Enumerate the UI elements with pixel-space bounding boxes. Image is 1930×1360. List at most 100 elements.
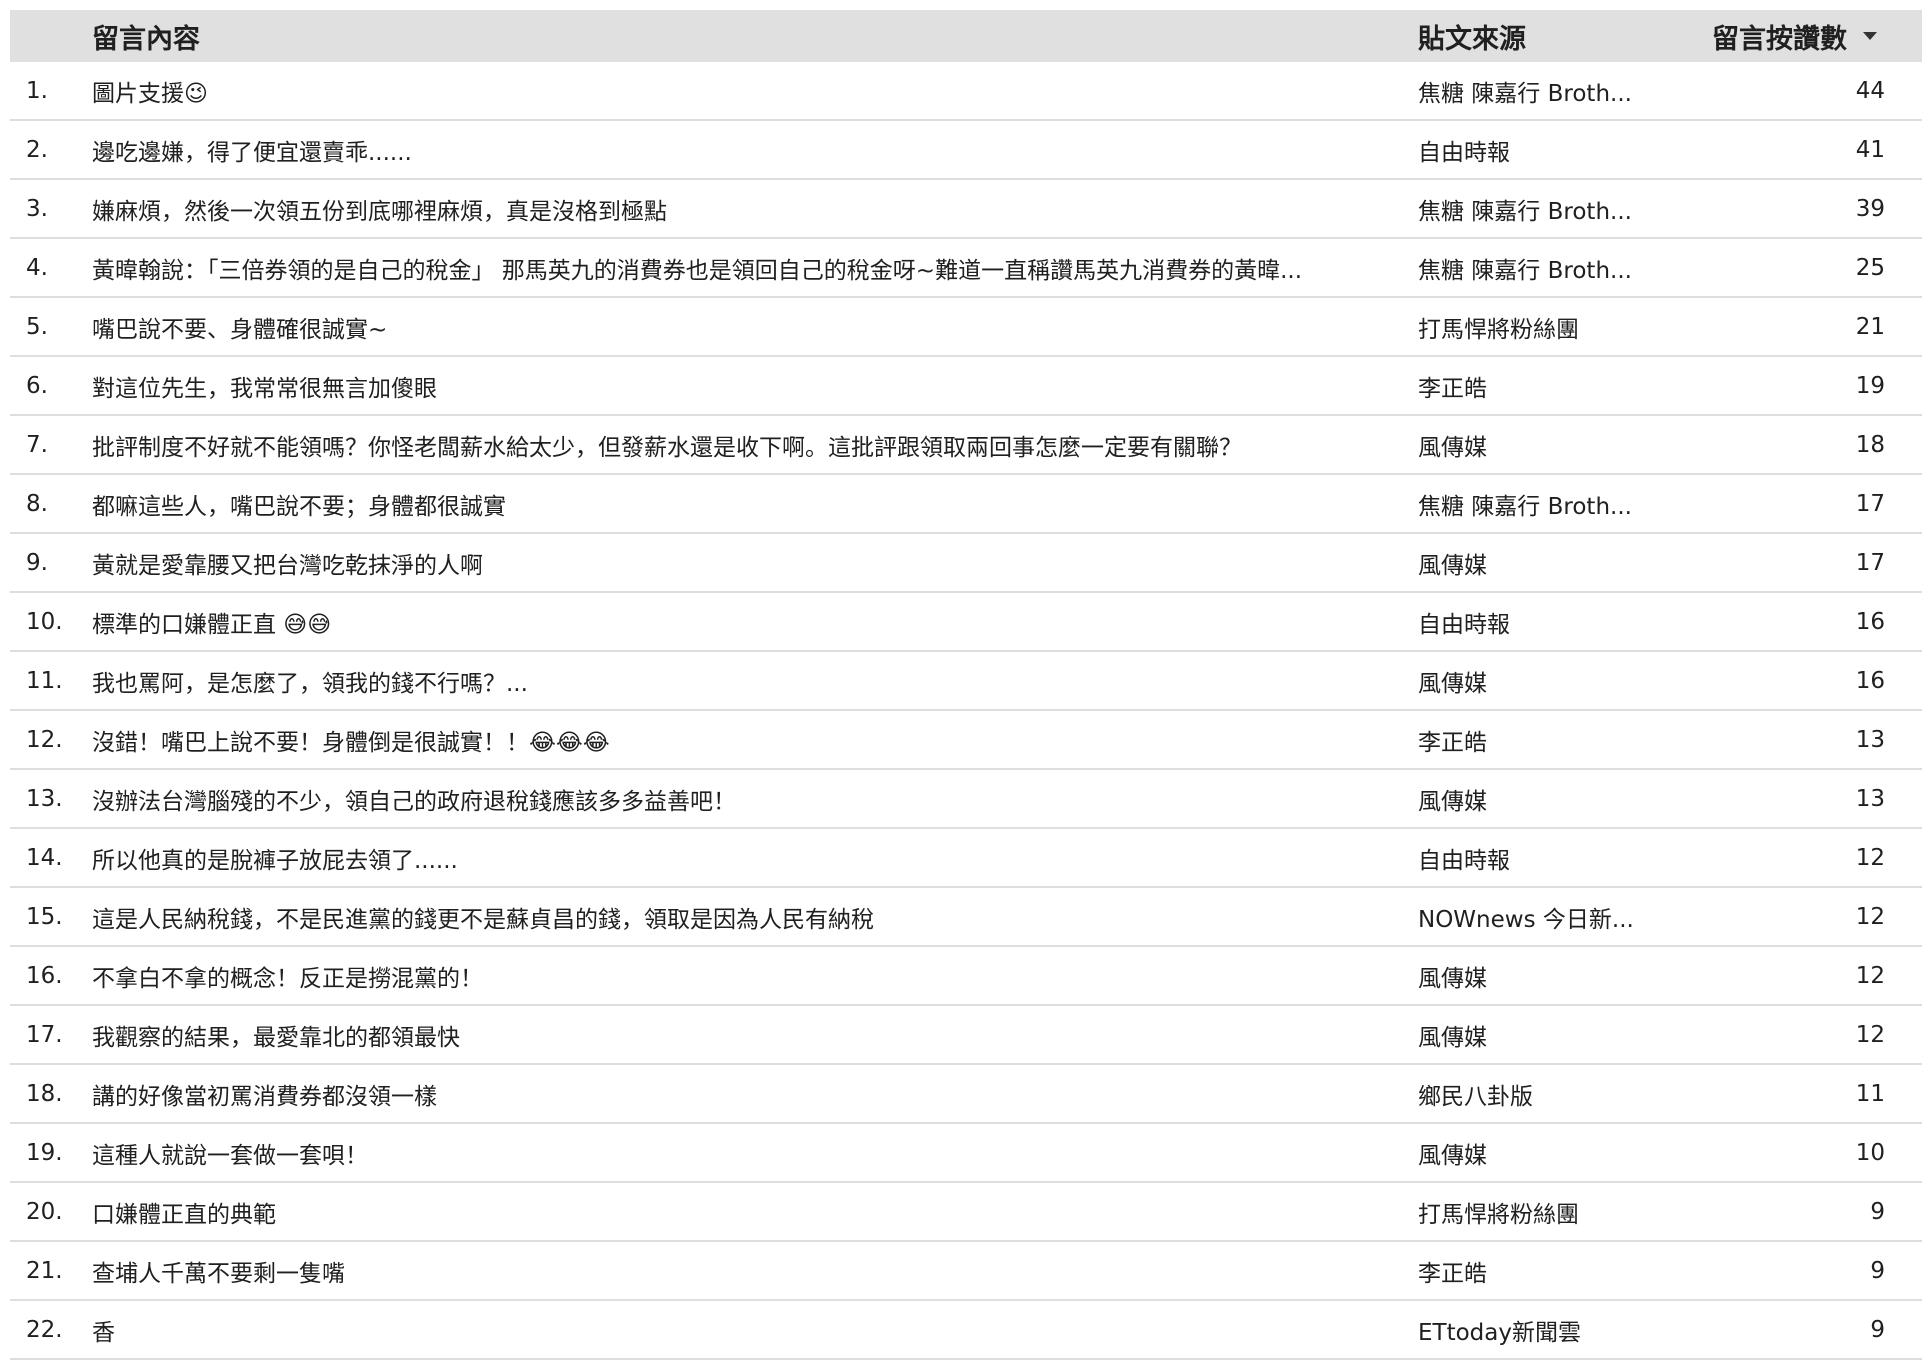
row-message: 都嘛這些人，嘴巴說不要；身體都很誠實 xyxy=(92,493,506,520)
row-likes: 25 xyxy=(1855,254,1885,281)
row-index: 2. xyxy=(26,136,48,163)
row-source: 焦糖 陳嘉行 Broth... xyxy=(1418,198,1632,225)
table-row[interactable]: 4. 黃暐翰說：「三倍券領的是自己的稅金」 那馬英九的消費券也是領回自己的稅金呀~… xyxy=(10,239,1922,298)
row-message: 這是人民納稅錢，不是民進黨的錢更不是蘇貞昌的錢，領取是因為人民有納稅 xyxy=(92,906,874,933)
row-source: 焦糖 陳嘉行 Broth... xyxy=(1418,257,1632,284)
row-index: 18. xyxy=(26,1080,63,1107)
row-source: 風傳媒 xyxy=(1418,1024,1487,1051)
row-index: 12. xyxy=(26,726,63,753)
row-source: 鄉民八卦版 xyxy=(1418,1083,1533,1110)
row-message: 這種人就說一套做一套唄！ xyxy=(92,1142,368,1169)
row-message: 我也罵阿，是怎麼了，領我的錢不行嗎？... xyxy=(92,670,528,697)
row-index: 13. xyxy=(26,785,63,812)
row-message: 不拿白不拿的概念！反正是撈混黨的！ xyxy=(92,965,483,992)
table-row[interactable]: 18. 講的好像當初罵消費券都沒領一樣 鄉民八卦版 11 xyxy=(10,1065,1922,1124)
row-likes: 21 xyxy=(1855,313,1885,340)
row-message: 黃就是愛靠腰又把台灣吃乾抹淨的人啊 xyxy=(92,552,483,579)
row-source: 自由時報 xyxy=(1418,611,1510,638)
row-likes: 18 xyxy=(1855,431,1885,458)
row-source: 李正皓 xyxy=(1418,1260,1487,1287)
table-row[interactable]: 15. 這是人民納稅錢，不是民進黨的錢更不是蘇貞昌的錢，領取是因為人民有納稅 NOW… xyxy=(10,888,1922,947)
table-row[interactable]: 17. 我觀察的結果，最愛靠北的都領最快 風傳媒 12 xyxy=(10,1006,1922,1065)
row-message: 口嫌體正直的典範 xyxy=(92,1201,276,1228)
row-index: 19. xyxy=(26,1139,63,1166)
row-likes: 12 xyxy=(1855,903,1885,930)
row-source: 自由時報 xyxy=(1418,139,1510,166)
row-likes: 41 xyxy=(1855,136,1885,163)
table-row[interactable]: 14. 所以他真的是脫褲子放屁去領了...... 自由時報 12 xyxy=(10,829,1922,888)
sort-descending-icon[interactable] xyxy=(1863,32,1877,40)
row-message: 嘴巴說不要、身體確很誠實~ xyxy=(92,316,388,343)
row-source: ETtoday新聞雲 xyxy=(1418,1319,1581,1346)
row-index: 14. xyxy=(26,844,63,871)
comments-table: 留言內容 貼文來源 留言按讚數 1. 圖片支援😉 焦糖 陳嘉行 Broth... 44… xyxy=(10,10,1922,1360)
row-source: 打馬悍將粉絲團 xyxy=(1418,316,1579,343)
row-likes: 16 xyxy=(1855,608,1885,635)
row-index: 8. xyxy=(26,490,48,517)
header-likes[interactable]: 留言按讚數 xyxy=(1668,17,1903,56)
row-index: 6. xyxy=(26,372,48,399)
row-message: 我觀察的結果，最愛靠北的都領最快 xyxy=(92,1024,460,1051)
row-index: 1. xyxy=(26,77,48,104)
row-index: 20. xyxy=(26,1198,63,1225)
row-source: 風傳媒 xyxy=(1418,552,1487,579)
row-index: 4. xyxy=(26,254,48,281)
row-likes: 16 xyxy=(1855,667,1885,694)
row-message: 圖片支援😉 xyxy=(92,80,208,107)
table-row[interactable]: 8. 都嘛這些人，嘴巴說不要；身體都很誠實 焦糖 陳嘉行 Broth... 17 xyxy=(10,475,1922,534)
table-row[interactable]: 19. 這種人就說一套做一套唄！ 風傳媒 10 xyxy=(10,1124,1922,1183)
row-likes: 17 xyxy=(1855,549,1885,576)
table-row[interactable]: 13. 沒辦法台灣腦殘的不少，領自己的政府退稅錢應該多多益善吧！ 風傳媒 13 xyxy=(10,770,1922,829)
row-likes: 39 xyxy=(1855,195,1885,222)
row-message: 批評制度不好就不能領嗎？你怪老闆薪水給太少，但發薪水還是收下啊。這批評跟領取兩回… xyxy=(92,434,1242,461)
row-message: 查埔人千萬不要剩一隻嘴 xyxy=(92,1260,345,1287)
table-row[interactable]: 6. 對這位先生，我常常很無言加傻眼 李正皓 19 xyxy=(10,357,1922,416)
row-index: 3. xyxy=(26,195,48,222)
table-row[interactable]: 1. 圖片支援😉 焦糖 陳嘉行 Broth... 44 xyxy=(10,62,1922,121)
row-source: 焦糖 陳嘉行 Broth... xyxy=(1418,493,1632,520)
row-message: 對這位先生，我常常很無言加傻眼 xyxy=(92,375,437,402)
row-message: 邊吃邊嫌，得了便宜還賣乖...... xyxy=(92,139,412,166)
table-row[interactable]: 5. 嘴巴說不要、身體確很誠實~ 打馬悍將粉絲團 21 xyxy=(10,298,1922,357)
row-likes: 12 xyxy=(1855,844,1885,871)
row-message: 黃暐翰說：「三倍券領的是自己的稅金」 那馬英九的消費券也是領回自己的稅金呀~難道… xyxy=(92,257,1303,284)
row-likes: 9 xyxy=(1870,1316,1885,1343)
row-source: 李正皓 xyxy=(1418,729,1487,756)
row-index: 7. xyxy=(26,431,48,458)
table-row[interactable]: 12. 沒錯！嘴巴上說不要！身體倒是很誠實！！😂😂😂 李正皓 13 xyxy=(10,711,1922,770)
header-message[interactable]: 留言內容 xyxy=(92,17,1418,56)
row-likes: 10 xyxy=(1855,1139,1885,1166)
row-likes: 13 xyxy=(1855,785,1885,812)
row-message: 香 xyxy=(92,1319,115,1346)
table-row[interactable]: 20. 口嫌體正直的典範 打馬悍將粉絲團 9 xyxy=(10,1183,1922,1242)
table-row[interactable]: 10. 標準的口嫌體正直 😅😅 自由時報 16 xyxy=(10,593,1922,652)
table-row[interactable]: 7. 批評制度不好就不能領嗎？你怪老闆薪水給太少，但發薪水還是收下啊。這批評跟領取… xyxy=(10,416,1922,475)
row-message: 講的好像當初罵消費券都沒領一樣 xyxy=(92,1083,437,1110)
row-source: 風傳媒 xyxy=(1418,670,1487,697)
row-source: 打馬悍將粉絲團 xyxy=(1418,1201,1579,1228)
row-source: 自由時報 xyxy=(1418,847,1510,874)
row-likes: 19 xyxy=(1855,372,1885,399)
row-index: 17. xyxy=(26,1021,63,1048)
table-row[interactable]: 2. 邊吃邊嫌，得了便宜還賣乖...... 自由時報 41 xyxy=(10,121,1922,180)
row-likes: 12 xyxy=(1855,1021,1885,1048)
row-index: 21. xyxy=(26,1257,63,1284)
row-likes: 44 xyxy=(1855,77,1885,104)
table-row[interactable]: 3. 嫌麻煩，然後一次領五份到底哪裡麻煩，真是沒格到極點 焦糖 陳嘉行 Broth.… xyxy=(10,180,1922,239)
table-row[interactable]: 21. 查埔人千萬不要剩一隻嘴 李正皓 9 xyxy=(10,1242,1922,1301)
table-body: 1. 圖片支援😉 焦糖 陳嘉行 Broth... 44 2. 邊吃邊嫌，得了便宜還賣乖..… xyxy=(10,62,1922,1360)
row-source: 焦糖 陳嘉行 Broth... xyxy=(1418,80,1632,107)
row-message: 標準的口嫌體正直 😅😅 xyxy=(92,611,332,638)
row-index: 11. xyxy=(26,667,63,694)
table-row[interactable]: 22. 香 ETtoday新聞雲 9 xyxy=(10,1301,1922,1360)
table-header: 留言內容 貼文來源 留言按讚數 xyxy=(10,10,1922,62)
row-index: 10. xyxy=(26,608,63,635)
table-row[interactable]: 9. 黃就是愛靠腰又把台灣吃乾抹淨的人啊 風傳媒 17 xyxy=(10,534,1922,593)
table-row[interactable]: 11. 我也罵阿，是怎麼了，領我的錢不行嗎？... 風傳媒 16 xyxy=(10,652,1922,711)
row-index: 15. xyxy=(26,903,63,930)
header-likes-label: 留言按讚數 xyxy=(1712,23,1847,55)
header-source[interactable]: 貼文來源 xyxy=(1418,17,1668,56)
row-likes: 17 xyxy=(1855,490,1885,517)
table-row[interactable]: 16. 不拿白不拿的概念！反正是撈混黨的！ 風傳媒 12 xyxy=(10,947,1922,1006)
row-index: 22. xyxy=(26,1316,63,1343)
